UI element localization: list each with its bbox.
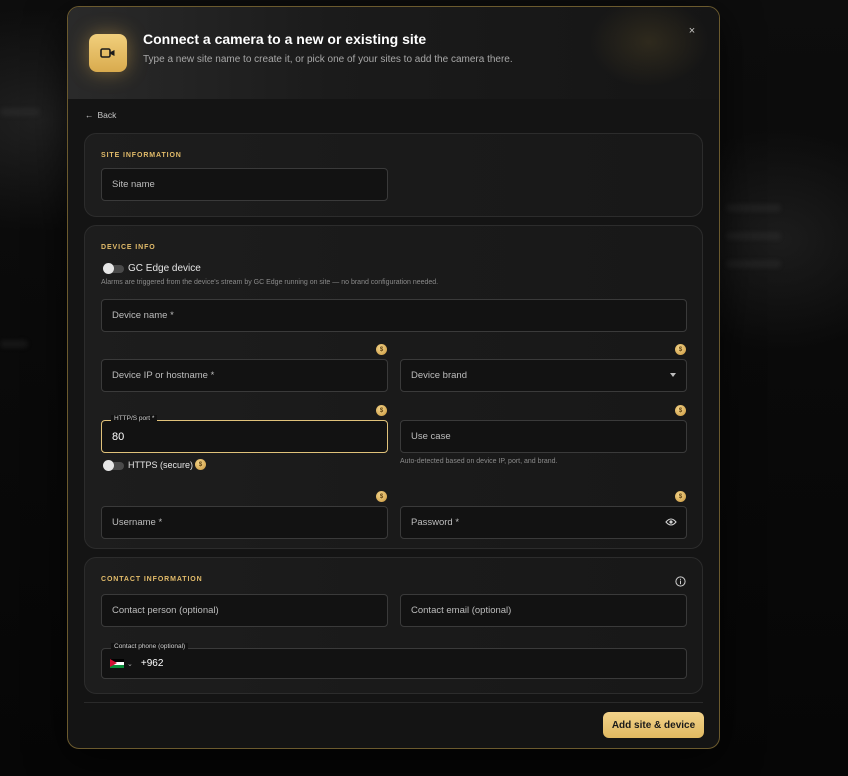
contact-person-placeholder: Contact person (optional)	[112, 605, 219, 616]
modal-header: Connect a camera to a new or existing si…	[68, 7, 719, 99]
arrow-left-icon: ←	[85, 110, 94, 120]
device-name-placeholder: Device name *	[112, 310, 174, 321]
backdrop-blur-line	[726, 232, 781, 240]
phone-prefix: +962	[140, 658, 164, 669]
gc-edge-hint: Alarms are triggered from the device's s…	[101, 279, 439, 286]
contact-phone-input[interactable]: Contact phone (optional) ⌄ +962	[101, 643, 687, 679]
contact-information-section: CONTACT INFORMATION Contact person (opti…	[84, 557, 703, 694]
port-value: 80	[112, 430, 125, 443]
country-code-selector[interactable]: ⌄	[110, 659, 133, 668]
footer-divider	[84, 702, 703, 703]
device-name-input[interactable]: Device name *	[101, 299, 687, 332]
site-name-input[interactable]: Site name	[101, 168, 388, 201]
site-information-section: SITE INFORMATION Site name	[84, 133, 703, 217]
coin-icon: $	[376, 344, 387, 355]
jordan-flag-icon	[110, 659, 124, 668]
coin-icon: $	[376, 491, 387, 502]
use-case-hint: Auto-detected based on device IP, port, …	[400, 458, 558, 465]
gc-edge-toggle[interactable]	[103, 263, 124, 274]
use-case-placeholder: Use case	[411, 431, 451, 442]
phone-label: Contact phone (optional)	[111, 643, 189, 650]
gc-edge-label: GC Edge device	[128, 263, 201, 274]
coin-icon: $	[675, 344, 686, 355]
close-icon[interactable]: ×	[685, 24, 699, 38]
section-title-contact-information: CONTACT INFORMATION	[101, 576, 203, 583]
device-brand-placeholder: Device brand	[411, 370, 467, 381]
https-toggle[interactable]	[103, 460, 124, 471]
port-input[interactable]: HTTP/S port * 80	[101, 415, 388, 453]
video-camera-icon	[89, 34, 127, 72]
password-input[interactable]: Password *	[400, 506, 687, 539]
modal-subtitle: Type a new site name to create it, or pi…	[143, 54, 513, 65]
backdrop-blur-line	[0, 108, 40, 116]
back-link[interactable]: ← Back	[85, 110, 116, 120]
https-label: HTTPS (secure)	[128, 460, 194, 470]
chevron-down-icon: ⌄	[127, 660, 133, 668]
device-ip-input[interactable]: Device IP or hostname *	[101, 359, 388, 392]
site-name-placeholder: Site name	[112, 179, 155, 190]
backdrop-blur-line	[0, 340, 28, 348]
password-placeholder: Password *	[411, 517, 460, 528]
info-icon[interactable]	[675, 574, 686, 592]
device-brand-select[interactable]: Device brand	[400, 359, 687, 392]
back-label: Back	[97, 110, 117, 120]
connect-camera-modal: Connect a camera to a new or existing si…	[67, 6, 720, 749]
coin-icon: $	[675, 491, 686, 502]
username-placeholder: Username *	[112, 517, 163, 528]
backdrop-blur-line	[726, 204, 781, 212]
device-info-section: DEVICE INFO GC Edge device Alarms are tr…	[84, 225, 703, 549]
chevron-down-icon	[670, 373, 676, 377]
modal-title: Connect a camera to a new or existing si…	[143, 31, 427, 47]
contact-email-input[interactable]: Contact email (optional)	[400, 594, 687, 627]
device-ip-placeholder: Device IP or hostname *	[112, 370, 215, 381]
port-label: HTTP/S port *	[111, 415, 158, 422]
coin-icon: $	[195, 459, 206, 470]
contact-email-placeholder: Contact email (optional)	[411, 605, 512, 616]
use-case-input[interactable]: Use case	[400, 420, 687, 453]
add-site-device-button[interactable]: Add site & device	[603, 712, 704, 738]
contact-person-input[interactable]: Contact person (optional)	[101, 594, 388, 627]
username-input[interactable]: Username *	[101, 506, 388, 539]
section-title-site-information: SITE INFORMATION	[101, 152, 182, 159]
section-title-device-info: DEVICE INFO	[101, 244, 156, 251]
coin-icon: $	[376, 405, 387, 416]
backdrop-blur-line	[726, 260, 781, 268]
coin-icon: $	[675, 405, 686, 416]
eye-icon[interactable]	[665, 517, 677, 530]
